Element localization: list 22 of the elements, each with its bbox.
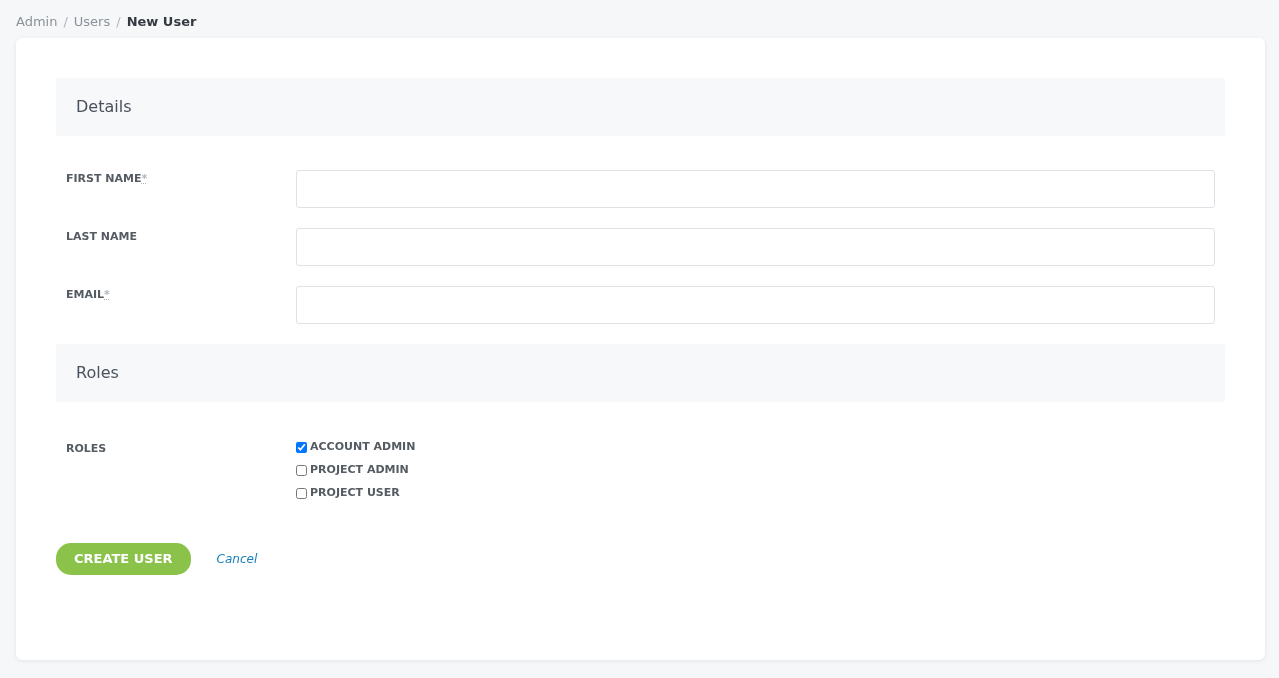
breadcrumb-link[interactable]: Admin bbox=[16, 11, 58, 32]
field-label: FIRST NAME* bbox=[65, 171, 149, 187]
checkbox[interactable] bbox=[296, 465, 307, 476]
checkbox-label: PROJECT ADMIN bbox=[310, 462, 409, 479]
section-header: Details bbox=[56, 78, 1225, 136]
cancel-link[interactable]: Cancel bbox=[216, 549, 258, 568]
breadcrumb-link[interactable]: Users bbox=[73, 11, 111, 32]
checkbox-label: ACCOUNT ADMIN bbox=[310, 439, 416, 456]
checkbox[interactable] bbox=[296, 488, 307, 499]
breadcrumb-separator: / bbox=[63, 12, 68, 31]
section-header: Roles bbox=[56, 344, 1225, 402]
create-user-button[interactable]: CREATE USER bbox=[56, 543, 191, 575]
checkbox[interactable] bbox=[296, 442, 307, 453]
field-label: ROLES bbox=[65, 441, 108, 457]
field-label: LAST NAME bbox=[65, 229, 138, 245]
input-field[interactable] bbox=[296, 228, 1215, 266]
checkbox-label: PROJECT USER bbox=[310, 485, 400, 502]
field-label: EMAIL* bbox=[65, 287, 111, 303]
input-field[interactable] bbox=[296, 286, 1215, 324]
breadcrumb-current: New User bbox=[126, 12, 197, 31]
breadcrumb-separator: / bbox=[116, 12, 121, 31]
input-field[interactable] bbox=[296, 170, 1215, 208]
